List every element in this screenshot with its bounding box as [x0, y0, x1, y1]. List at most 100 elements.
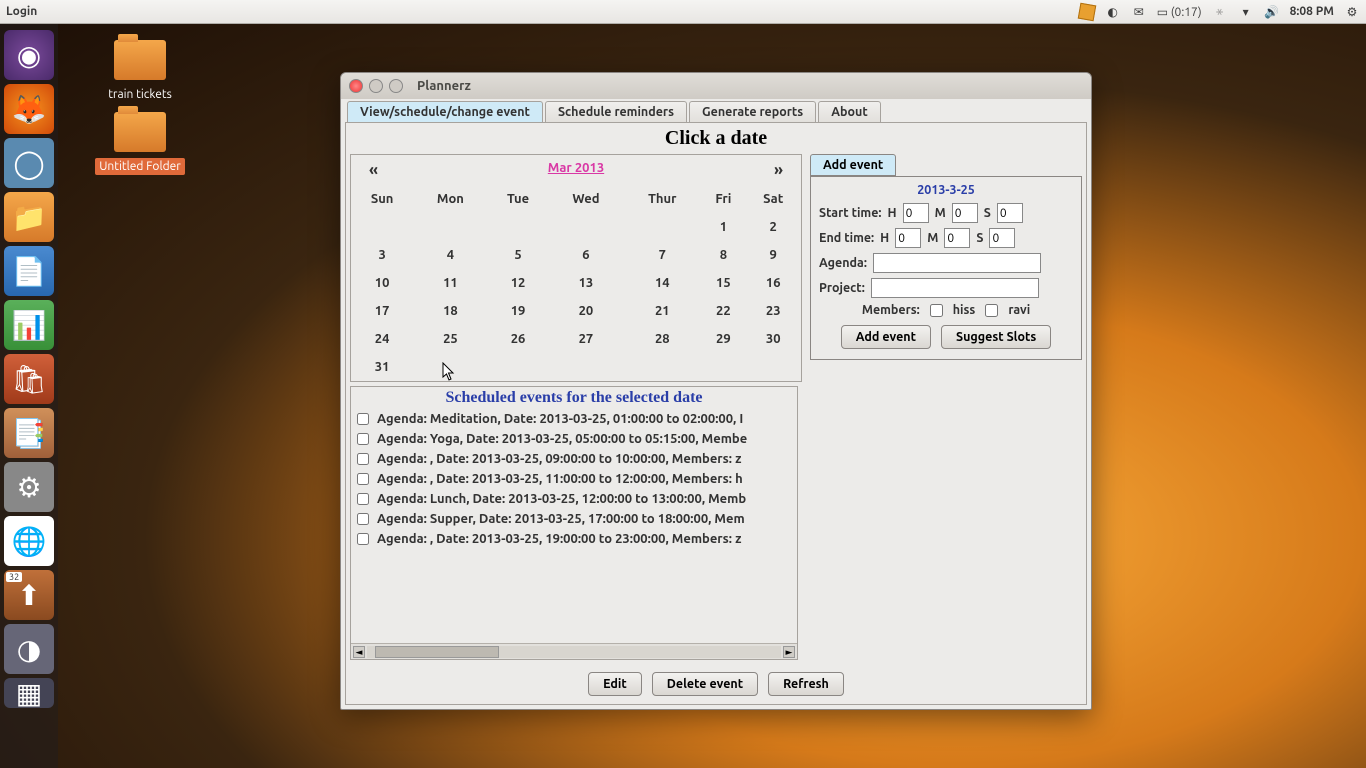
calendar-day[interactable]: 31	[351, 353, 413, 381]
member-ravi-checkbox[interactable]	[985, 304, 998, 317]
titlebar[interactable]: Plannerz	[341, 73, 1091, 99]
panel-menu[interactable]: Login	[6, 5, 37, 18]
calendar-day[interactable]: 16	[745, 269, 801, 297]
member-hiss-checkbox[interactable]	[930, 304, 943, 317]
writer-icon[interactable]: 📄	[4, 246, 54, 296]
tab-about[interactable]: About	[818, 101, 881, 122]
app-indicator-icon[interactable]	[1077, 2, 1096, 21]
bluetooth-icon[interactable]: ⚹	[1212, 4, 1228, 20]
event-checkbox[interactable]	[357, 493, 369, 505]
tab-reports[interactable]: Generate reports	[689, 101, 816, 122]
calendar-day[interactable]: 15	[701, 269, 745, 297]
start-min-input[interactable]	[952, 203, 978, 223]
calendar-day[interactable]: 27	[549, 325, 624, 353]
calendar-day[interactable]: 10	[351, 269, 413, 297]
calendar-day[interactable]: 3	[351, 241, 413, 269]
event-checkbox[interactable]	[357, 473, 369, 485]
event-row[interactable]: Agenda: , Date: 2013-03-25, 09:00:00 to …	[351, 449, 797, 469]
calendar-day[interactable]: 11	[413, 269, 487, 297]
calendar-day[interactable]: 20	[549, 297, 624, 325]
scroll-thumb[interactable]	[375, 646, 499, 658]
maximize-icon[interactable]	[389, 79, 403, 93]
calc-icon[interactable]: 📊	[4, 300, 54, 350]
refresh-button[interactable]: Refresh	[768, 672, 844, 696]
calendar-day[interactable]: 22	[701, 297, 745, 325]
clock[interactable]: 8:08 PM	[1290, 5, 1334, 18]
start-sec-input[interactable]	[997, 203, 1023, 223]
calendar-day[interactable]: 7	[623, 241, 701, 269]
event-row[interactable]: Agenda: , Date: 2013-03-25, 19:00:00 to …	[351, 529, 797, 549]
project-input[interactable]	[871, 278, 1039, 298]
calendar-day[interactable]: 14	[623, 269, 701, 297]
calendar-day[interactable]: 18	[413, 297, 487, 325]
events-scrollbar[interactable]: ◄ ►	[351, 643, 797, 659]
calendar-day[interactable]: 9	[745, 241, 801, 269]
folder-untitled[interactable]: Untitled Folder	[80, 112, 200, 175]
event-row[interactable]: Agenda: , Date: 2013-03-25, 11:00:00 to …	[351, 469, 797, 489]
calendar-day[interactable]: 29	[701, 325, 745, 353]
battery-indicator[interactable]: ▭ (0:17)	[1157, 5, 1202, 19]
wifi-icon[interactable]: ▾	[1238, 4, 1254, 20]
firefox-icon[interactable]: 🦊	[4, 84, 54, 134]
calendar-day[interactable]: 13	[549, 269, 624, 297]
event-checkbox[interactable]	[357, 433, 369, 445]
calendar-day[interactable]: 4	[413, 241, 487, 269]
chrome-icon[interactable]: 🌐	[4, 516, 54, 566]
tab-view-schedule[interactable]: View/schedule/change event	[347, 101, 543, 122]
gear-icon[interactable]: ⚙	[1344, 4, 1360, 20]
event-checkbox[interactable]	[357, 533, 369, 545]
updates-icon[interactable]: ⬆	[4, 570, 54, 620]
end-min-input[interactable]	[944, 228, 970, 248]
calendar-day[interactable]: 8	[701, 241, 745, 269]
volume-icon[interactable]: 🔊	[1264, 4, 1280, 20]
software-center-icon[interactable]: 🛍	[4, 354, 54, 404]
settings-icon[interactable]: ⚙	[4, 462, 54, 512]
workspace-switcher-icon[interactable]: ▦	[4, 678, 54, 708]
prev-month-button[interactable]: «	[369, 161, 378, 179]
calendar-day[interactable]: 30	[745, 325, 801, 353]
calendar-day[interactable]: 23	[745, 297, 801, 325]
scroll-track[interactable]	[367, 646, 781, 658]
close-icon[interactable]	[349, 79, 363, 93]
next-month-button[interactable]: »	[774, 161, 783, 179]
calendar-day[interactable]: 12	[488, 269, 549, 297]
calendar-day[interactable]: 5	[488, 241, 549, 269]
calendar-day[interactable]: 6	[549, 241, 624, 269]
calendar-day[interactable]: 25	[413, 325, 487, 353]
dash-home-icon[interactable]: ◉	[4, 30, 54, 80]
event-checkbox[interactable]	[357, 413, 369, 425]
end-hour-input[interactable]	[895, 228, 921, 248]
calendar-day[interactable]: 21	[623, 297, 701, 325]
event-checkbox[interactable]	[357, 513, 369, 525]
calendar-day[interactable]: 2	[745, 213, 801, 241]
start-hour-input[interactable]	[903, 203, 929, 223]
eclipse-icon[interactable]: ◑	[4, 624, 54, 674]
edit-button[interactable]: Edit	[588, 672, 642, 696]
impress-icon[interactable]: 📑	[4, 408, 54, 458]
calendar-day[interactable]: 1	[701, 213, 745, 241]
calendar-day[interactable]: 17	[351, 297, 413, 325]
sync-icon[interactable]: ◐	[1105, 4, 1121, 20]
event-row[interactable]: Agenda: Yoga, Date: 2013-03-25, 05:00:00…	[351, 429, 797, 449]
event-checkbox[interactable]	[357, 453, 369, 465]
calendar-day[interactable]: 26	[488, 325, 549, 353]
delete-event-button[interactable]: Delete event	[652, 672, 758, 696]
mail-icon[interactable]: ✉	[1131, 4, 1147, 20]
minimize-icon[interactable]	[369, 79, 383, 93]
scroll-left-icon[interactable]: ◄	[353, 646, 365, 658]
scroll-right-icon[interactable]: ►	[783, 646, 795, 658]
calendar-day[interactable]: 19	[488, 297, 549, 325]
folder-train-tickets[interactable]: train tickets	[80, 40, 200, 102]
calendar-day[interactable]: 28	[623, 325, 701, 353]
event-row[interactable]: Agenda: Supper, Date: 2013-03-25, 17:00:…	[351, 509, 797, 529]
event-row[interactable]: Agenda: Meditation, Date: 2013-03-25, 01…	[351, 409, 797, 429]
suggest-slots-button[interactable]: Suggest Slots	[941, 325, 1051, 349]
tab-reminders[interactable]: Schedule reminders	[545, 101, 687, 122]
calendar-day[interactable]: 24	[351, 325, 413, 353]
chromium-icon[interactable]: ◯	[4, 138, 54, 188]
tab-add-event[interactable]: Add event	[810, 154, 896, 176]
end-sec-input[interactable]	[989, 228, 1015, 248]
month-label[interactable]: Mar 2013	[548, 161, 604, 179]
files-icon[interactable]: 📁	[4, 192, 54, 242]
event-row[interactable]: Agenda: Lunch, Date: 2013-03-25, 12:00:0…	[351, 489, 797, 509]
